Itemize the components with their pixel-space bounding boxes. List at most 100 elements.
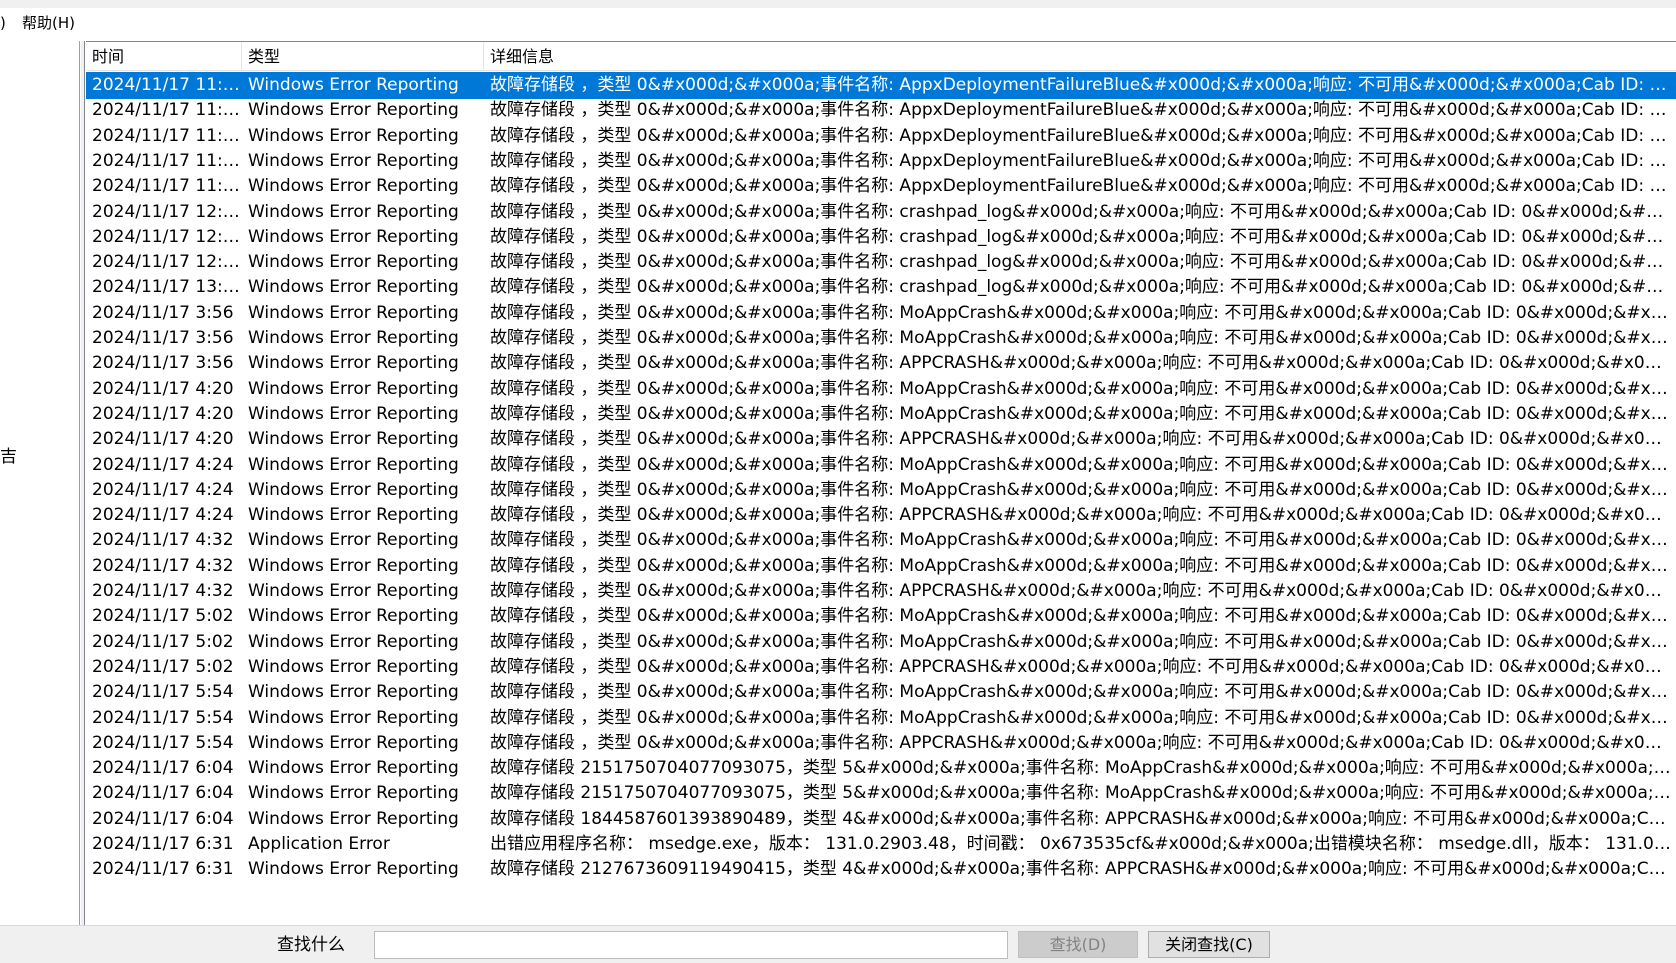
table-row[interactable]: 2024/11/17 11:55 Windows Error Reporting 故… <box>86 148 1676 175</box>
cell-detail: 故障存储段 ，类型 0&#x000d;&#x000a;事件名称: crashpa… <box>490 277 1676 298</box>
cell-detail: 故障存储段 ，类型 0&#x000d;&#x000a;事件名称: APPCRAS… <box>490 429 1676 450</box>
table-row[interactable]: 2024/11/17 5:54 Windows Error Reporting 故障… <box>86 679 1676 706</box>
table-row[interactable]: 2024/11/17 4:32 Windows Error Reporting 故障… <box>86 553 1676 580</box>
cell-detail: 故障存储段 1844587601393890489，类型 4&#x000d;&#… <box>490 808 1676 829</box>
table-row[interactable]: 2024/11/17 12:29 Windows Error Reporting 故… <box>86 199 1676 226</box>
cell-type: Windows Error Reporting <box>248 631 459 652</box>
cell-time: 2024/11/17 4:24 <box>92 505 234 526</box>
cell-detail: 故障存储段 ，类型 0&#x000d;&#x000a;事件名称: AppxDep… <box>490 75 1676 95</box>
table-row[interactable]: 2024/11/17 4:24 Windows Error Reporting 故障… <box>86 502 1676 529</box>
left-pane-partial-text: 吉 <box>0 447 17 467</box>
cell-type: Windows Error Reporting <box>248 201 459 222</box>
cell-type: Windows Error Reporting <box>248 581 459 601</box>
table-row[interactable]: 2024/11/17 13:05 Windows Error Reporting 故… <box>86 274 1676 301</box>
table-row[interactable]: 2024/11/17 11:55 Windows Error Reporting 故… <box>86 173 1676 200</box>
pane-splitter[interactable] <box>81 41 85 925</box>
table-row[interactable]: 2024/11/17 6:04 Windows Error Reporting 故障… <box>86 755 1676 782</box>
cell-detail: 故障存储段 2151750704077093075，类型 5&#x000d;&#… <box>490 783 1676 804</box>
table-row[interactable]: 2024/11/17 5:54 Windows Error Reporting 故障… <box>86 705 1676 732</box>
cell-type: Windows Error Reporting <box>248 176 459 197</box>
table-row[interactable]: 2024/11/17 4:32 Windows Error Reporting 故障… <box>86 527 1676 554</box>
table-row[interactable]: 2024/11/17 5:54 Windows Error Reporting 故障… <box>86 730 1676 757</box>
cell-detail: 故障存储段 ，类型 0&#x000d;&#x000a;事件名称: MoAppCr… <box>490 302 1676 323</box>
cell-time: 2024/11/17 4:24 <box>92 454 234 475</box>
table-row[interactable]: 2024/11/17 6:31 Windows Error Reporting 故障… <box>86 856 1676 883</box>
table-row[interactable]: 2024/11/17 4:20 Windows Error Reporting 故障… <box>86 426 1676 453</box>
table-row[interactable]: 2024/11/17 4:32 Windows Error Reporting 故障… <box>86 578 1676 605</box>
cell-detail: 故障存储段 ，类型 0&#x000d;&#x000a;事件名称: AppxDep… <box>490 100 1676 121</box>
column-header-time[interactable]: 时间 <box>86 42 242 71</box>
column-header-type[interactable]: 类型 <box>242 42 484 71</box>
cell-time: 2024/11/17 4:32 <box>92 555 234 576</box>
find-label: 查找什么 <box>277 935 345 955</box>
cell-type: Windows Error Reporting <box>248 378 459 399</box>
cell-detail: 故障存储段 ，类型 0&#x000d;&#x000a;事件名称: APPCRAS… <box>490 732 1676 753</box>
cell-detail: 故障存储段 ，类型 0&#x000d;&#x000a;事件名称: APPCRAS… <box>490 505 1676 526</box>
cell-time: 2024/11/17 4:32 <box>92 530 234 551</box>
cell-time: 2024/11/17 4:32 <box>92 581 234 601</box>
list-header: 时间 类型 详细信息 <box>86 42 1676 71</box>
cell-detail: 故障存储段 ，类型 0&#x000d;&#x000a;事件名称: APPCRAS… <box>490 353 1676 374</box>
cell-type: Windows Error Reporting <box>248 707 459 728</box>
table-row[interactable]: 2024/11/17 4:20 Windows Error Reporting 故障… <box>86 401 1676 428</box>
cell-time: 2024/11/17 12:29 <box>92 252 242 273</box>
cell-type: Windows Error Reporting <box>248 530 459 551</box>
table-row[interactable]: 2024/11/17 11:54 Windows Error Reporting 故… <box>86 97 1676 124</box>
cell-detail: 故障存储段 ，类型 0&#x000d;&#x000a;事件名称: MoAppCr… <box>490 682 1676 703</box>
cell-time: 2024/11/17 3:56 <box>92 328 234 348</box>
find-bar: 查找什么 查找(D) 关闭查找(C) <box>0 925 1676 963</box>
table-row[interactable]: 2024/11/17 3:56 Windows Error Reporting 故障… <box>86 300 1676 327</box>
close-find-button[interactable]: 关闭查找(C) <box>1148 931 1270 958</box>
table-row[interactable]: 2024/11/17 5:02 Windows Error Reporting 故障… <box>86 654 1676 681</box>
menu-item-help[interactable]: 帮助(H) <box>19 11 78 35</box>
cell-time: 2024/11/17 5:54 <box>92 707 234 728</box>
cell-time: 2024/11/17 11:54 <box>92 125 242 146</box>
table-row[interactable]: 2024/11/17 4:24 Windows Error Reporting 故障… <box>86 477 1676 504</box>
cell-type: Windows Error Reporting <box>248 505 459 526</box>
cell-time: 2024/11/17 3:56 <box>92 353 234 374</box>
table-row[interactable]: 2024/11/17 5:02 Windows Error Reporting 故障… <box>86 603 1676 630</box>
cell-detail: 故障存储段 2151750704077093075，类型 5&#x000d;&#… <box>490 758 1676 779</box>
cell-detail: 故障存储段 ，类型 0&#x000d;&#x000a;事件名称: MoAppCr… <box>490 403 1676 424</box>
table-row[interactable]: 2024/11/17 6:04 Windows Error Reporting 故障… <box>86 780 1676 807</box>
table-row[interactable]: 2024/11/17 3:56 Windows Error Reporting 故障… <box>86 350 1676 377</box>
cell-type: Windows Error Reporting <box>248 859 459 880</box>
cell-time: 2024/11/17 6:04 <box>92 758 234 779</box>
table-row[interactable]: 2024/11/17 4:20 Windows Error Reporting 故障… <box>86 376 1676 403</box>
menu-bar: ) 帮助(H) <box>0 8 1676 41</box>
cell-type: Windows Error Reporting <box>248 682 459 703</box>
cell-detail: 故障存储段 ，类型 0&#x000d;&#x000a;事件名称: MoAppCr… <box>490 530 1676 551</box>
find-button[interactable]: 查找(D) <box>1018 931 1138 958</box>
cell-time: 2024/11/17 6:31 <box>92 834 234 854</box>
cell-type: Windows Error Reporting <box>248 252 459 273</box>
cell-type: Windows Error Reporting <box>248 555 459 576</box>
column-header-detail[interactable]: 详细信息 <box>484 42 1676 71</box>
cell-detail: 故障存储段 ，类型 0&#x000d;&#x000a;事件名称: MoAppCr… <box>490 555 1676 576</box>
cell-time: 2024/11/17 5:54 <box>92 682 234 703</box>
table-row[interactable]: 2024/11/17 6:31 Application Error 出错应用程序名称… <box>86 831 1676 858</box>
cell-type: Windows Error Reporting <box>248 606 459 627</box>
cell-detail: 故障存储段 ，类型 0&#x000d;&#x000a;事件名称: MoAppCr… <box>490 631 1676 652</box>
cell-type: Windows Error Reporting <box>248 403 459 424</box>
cell-time: 2024/11/17 11:55 <box>92 150 242 171</box>
cell-time: 2024/11/17 4:24 <box>92 479 234 500</box>
cell-time: 2024/11/17 13:05 <box>92 277 242 298</box>
cell-time: 2024/11/17 5:02 <box>92 606 234 627</box>
left-pane[interactable]: 吉 <box>0 41 80 925</box>
cell-time: 2024/11/17 6:04 <box>92 783 234 804</box>
cell-detail: 故障存储段 ，类型 0&#x000d;&#x000a;事件名称: APPCRAS… <box>490 656 1676 677</box>
table-row[interactable]: 2024/11/17 11:54 Windows Error Reporting 故… <box>86 72 1676 99</box>
table-row[interactable]: 2024/11/17 11:54 Windows Error Reporting 故… <box>86 123 1676 150</box>
table-row[interactable]: 2024/11/17 12:29 Windows Error Reporting 故… <box>86 249 1676 276</box>
table-row[interactable]: 2024/11/17 3:56 Windows Error Reporting 故障… <box>86 325 1676 352</box>
event-list[interactable]: 时间 类型 详细信息 2024/11/17 11:54 Windows Error… <box>86 41 1676 925</box>
table-row[interactable]: 2024/11/17 6:04 Windows Error Reporting 故障… <box>86 806 1676 833</box>
cell-detail: 故障存储段 ，类型 0&#x000d;&#x000a;事件名称: AppxDep… <box>490 150 1676 171</box>
find-input[interactable] <box>374 931 1008 959</box>
cell-time: 2024/11/17 11:55 <box>92 176 242 197</box>
table-row[interactable]: 2024/11/17 12:29 Windows Error Reporting 故… <box>86 224 1676 251</box>
menu-item-partial[interactable]: ) <box>0 11 9 35</box>
cell-time: 2024/11/17 11:54 <box>92 75 242 95</box>
table-row[interactable]: 2024/11/17 5:02 Windows Error Reporting 故障… <box>86 629 1676 656</box>
table-row[interactable]: 2024/11/17 4:24 Windows Error Reporting 故障… <box>86 452 1676 479</box>
